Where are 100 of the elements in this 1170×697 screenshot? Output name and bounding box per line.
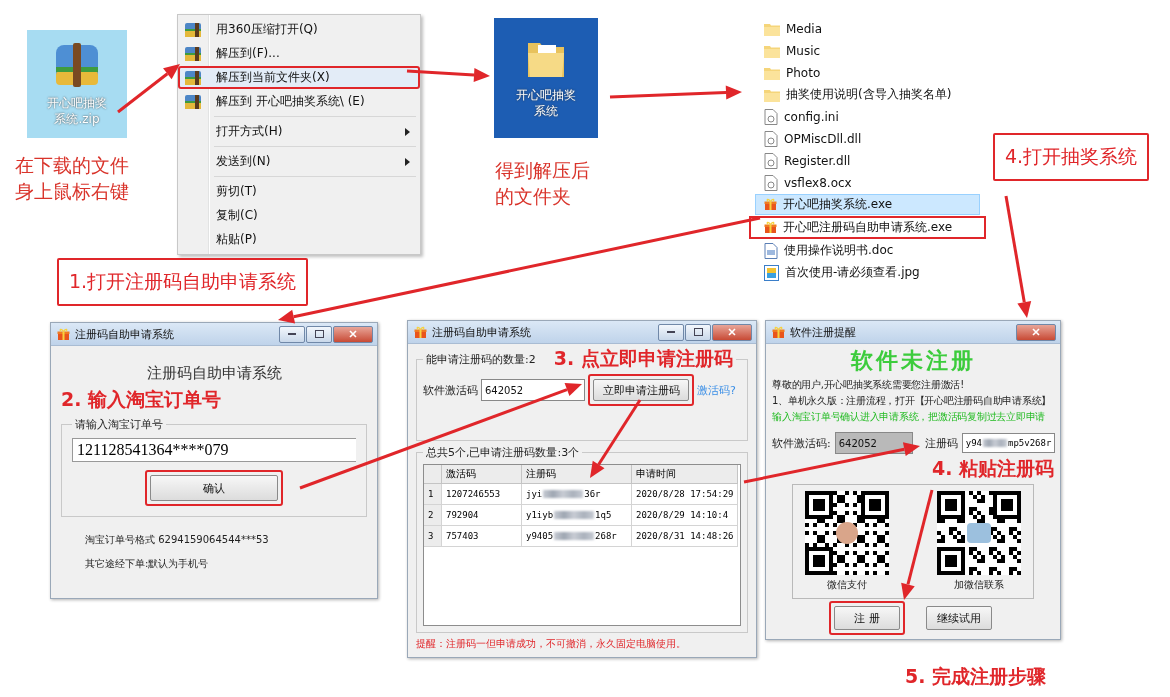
file-row[interactable]: OPMiscDll.dll xyxy=(755,128,980,149)
table-cell: 2020/8/31 14:48:26 xyxy=(632,526,738,547)
close-button[interactable] xyxy=(712,323,752,341)
folder-icon xyxy=(764,21,780,36)
submenu-arrow-icon xyxy=(405,127,410,136)
gift-icon xyxy=(764,221,777,234)
menu-item[interactable]: 解压到(F)... xyxy=(178,42,420,65)
instruction-text: 在下载的文件 身上鼠标右键 xyxy=(15,153,129,204)
minimize-button[interactable] xyxy=(279,325,305,343)
menu-item[interactable]: 发送到(N) xyxy=(178,150,420,173)
menu-item[interactable]: 打开方式(H) xyxy=(178,120,420,143)
file-row[interactable]: 使用操作说明书.doc xyxy=(755,240,980,261)
settings-file-icon xyxy=(764,108,778,125)
step-callout: 1.打开注册码自助申请系统 xyxy=(57,258,309,306)
trial-button[interactable]: 继续试用 xyxy=(926,606,992,630)
field-label: 注册码 xyxy=(924,435,958,451)
gift-icon xyxy=(772,325,785,339)
table-cell: y9405 268r xyxy=(522,526,632,547)
register-button[interactable]: 注 册 xyxy=(834,606,900,630)
file-row[interactable]: vsflex8.ocx xyxy=(755,172,980,193)
menu-item[interactable]: 复制(C) xyxy=(178,204,420,227)
field-label: 软件激活码: xyxy=(772,435,831,451)
activation-code-field[interactable]: 642052 xyxy=(834,432,913,454)
close-icon xyxy=(349,330,357,338)
activation-code-field[interactable]: 642052 xyxy=(481,379,585,401)
file-row[interactable]: 开心吧注册码自助申请系统.exe xyxy=(749,216,986,239)
folder-name: 开心吧抽奖 系统 xyxy=(516,86,576,120)
archive-icon xyxy=(184,21,202,38)
step-callout: 4.打开抽奖系统 xyxy=(993,133,1150,181)
instruction-text: 得到解压后 的文件夹 xyxy=(495,158,590,209)
column-header: 申请时间 xyxy=(632,465,738,484)
registration-code-field[interactable]: y94 mp5v268r xyxy=(961,433,1056,453)
arrow xyxy=(117,64,180,114)
note-text: 其它途经下单:默认为手机号 xyxy=(85,557,210,571)
table-cell: 1207246553 xyxy=(442,484,522,505)
minimize-icon xyxy=(667,331,675,333)
gift-icon xyxy=(764,198,777,211)
window-heading: 注册码自助申请系统 xyxy=(145,364,283,383)
gift-icon xyxy=(414,325,427,339)
folder-icon xyxy=(764,43,780,58)
maximize-button[interactable] xyxy=(685,323,711,341)
submenu-arrow-icon xyxy=(405,157,410,166)
folder-icon xyxy=(764,87,780,102)
warning-text: 提醒：注册码一但申请成功，不可撤消，永久固定电脑使用。 xyxy=(416,637,687,651)
menu-item[interactable]: 解压到当前文件夹(X) xyxy=(178,66,420,89)
menu-item[interactable]: 剪切(T) xyxy=(178,180,420,203)
message-text: 尊敬的用户,开心吧抽奖系统需要您注册激活! xyxy=(772,378,965,392)
file-row[interactable]: Register.dll xyxy=(755,150,980,171)
group-label: 总共5个,已申请注册码数量:3个 xyxy=(425,445,581,460)
column-header: 注册码 xyxy=(522,465,632,484)
close-button[interactable] xyxy=(1016,323,1056,341)
minimize-button[interactable] xyxy=(658,323,684,341)
file-row[interactable]: Music xyxy=(755,40,980,61)
menu-item[interactable]: 解压到 开心吧抽奖系统\ (E) xyxy=(178,90,420,113)
table-cell: 2020/8/28 17:54:29 xyxy=(632,484,738,505)
step-label: 5. 完成注册步骤 xyxy=(905,664,1047,689)
group-label: 请输入淘宝订单号 xyxy=(74,417,164,432)
settings-file-icon xyxy=(764,130,778,147)
step-label: 2. 输入淘宝订单号 xyxy=(61,387,222,412)
note-text: 淘宝订单号格式 6294159064544***53 xyxy=(85,533,270,547)
field-label: 软件激活码 xyxy=(423,382,478,398)
image-file-icon xyxy=(764,264,779,281)
group-label: 能申请注册码的数量:2 xyxy=(426,351,536,367)
folder-icon xyxy=(764,65,780,80)
status-headline: 软件未注册 xyxy=(849,347,977,375)
order-number-field[interactable]: 121128541364****079 xyxy=(72,438,356,462)
file-row[interactable]: 首次使用-请必须查看.jpg xyxy=(755,262,980,283)
table-cell: jyi 36r xyxy=(522,484,632,505)
row-number: 2 xyxy=(424,505,442,526)
confirm-button[interactable]: 确认 xyxy=(150,475,278,501)
file-row[interactable]: Media xyxy=(755,18,980,39)
message-text: 1、单机永久版：注册流程，打开【开心吧注册码自助申请系统】 xyxy=(772,394,1053,408)
maximize-icon xyxy=(314,330,324,338)
row-number: 1 xyxy=(424,484,442,505)
table-cell: 757403 xyxy=(442,526,522,547)
file-row[interactable]: 开心吧抽奖系统.exe xyxy=(755,194,980,215)
title-bar: 注册码自助申请系统 xyxy=(408,321,756,344)
maximize-button[interactable] xyxy=(306,325,332,343)
table-cell: 2020/8/29 14:10:4 xyxy=(632,505,738,526)
menu-item[interactable]: 粘贴(P) xyxy=(178,228,420,251)
archive-icon xyxy=(54,40,100,89)
apply-button[interactable]: 立即申请注册码 xyxy=(593,379,689,401)
settings-file-icon xyxy=(764,174,778,191)
title-bar: 注册码自助申请系统 xyxy=(51,323,377,346)
title-bar: 软件注册提醒 xyxy=(766,321,1060,344)
archive-icon xyxy=(184,45,202,62)
qr-caption: 加微信联系 xyxy=(954,578,1004,592)
file-row[interactable]: 抽奖使用说明(含导入抽奖名单) xyxy=(755,84,980,105)
table-cell: y1iyb 1q5 xyxy=(522,505,632,526)
gift-icon xyxy=(57,327,70,341)
column-header: 激活码 xyxy=(442,465,522,484)
step-label: 3. 点立即申请注册码 xyxy=(553,346,733,371)
file-row[interactable]: config.ini xyxy=(755,106,980,127)
table-corner-cell xyxy=(424,465,442,484)
minimize-icon xyxy=(288,333,296,335)
folder-tile[interactable]: 开心吧抽奖 系统 xyxy=(494,18,598,138)
file-row[interactable]: Photo xyxy=(755,62,980,83)
menu-item[interactable]: 用360压缩打开(Q) xyxy=(178,18,420,41)
close-button[interactable] xyxy=(333,325,373,343)
qr-caption: 微信支付 xyxy=(827,578,867,592)
